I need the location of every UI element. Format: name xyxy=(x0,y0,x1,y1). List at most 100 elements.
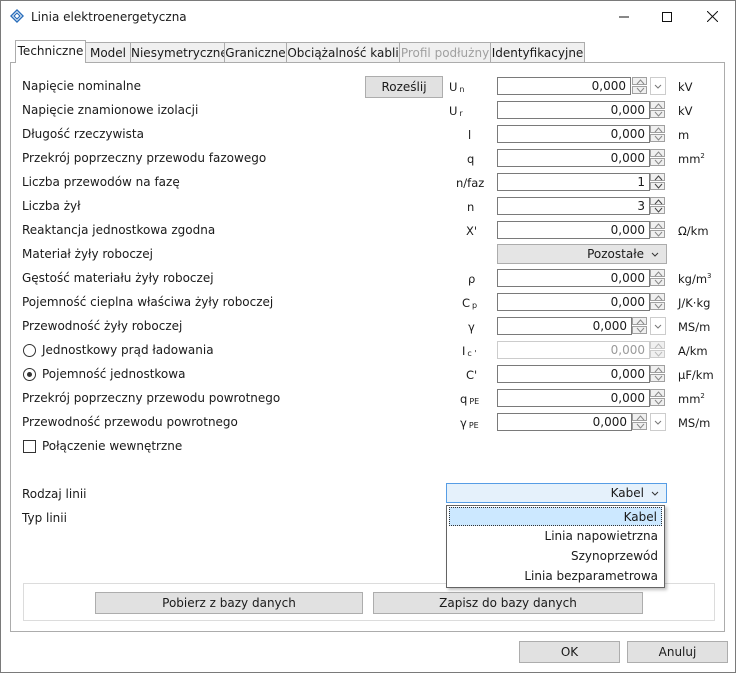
przekroj-pe-spinner[interactable] xyxy=(650,389,666,407)
unit-ms-m-pe: MS/m xyxy=(678,416,711,430)
material-value: Pozostałe xyxy=(587,247,644,261)
tab-graniczne[interactable]: Graniczne xyxy=(224,42,287,62)
unit-ohm-km: Ω/km xyxy=(678,224,709,238)
pobierz-z-bazy-button[interactable]: Pobierz z bazy danych xyxy=(95,592,363,614)
przewodnosc-pe-spinner[interactable] xyxy=(632,413,648,431)
symbol-q: q xyxy=(467,152,475,166)
tab-profil-podluzny: Profil podłużny xyxy=(399,42,491,62)
reaktancja-spinner[interactable] xyxy=(650,221,666,239)
label-material: Materiał żyły roboczej xyxy=(22,247,153,261)
label-reaktancja: Reaktancja jednostkowa zgodna xyxy=(22,223,216,237)
tab-model[interactable]: Model xyxy=(85,42,131,62)
liczba-zyl-spinner[interactable] xyxy=(650,197,666,215)
label-typ-linii: Typ linii xyxy=(22,511,67,525)
label-liczba-zyl: Liczba żył xyxy=(22,199,81,213)
option-linia-napowietrzna[interactable]: Linia napowietrzna xyxy=(449,527,662,546)
spin-up-icon xyxy=(654,103,663,109)
symbol-cp: Cp xyxy=(462,296,478,310)
spin-down-icon xyxy=(636,327,645,333)
label-przewodnosc-pe: Przewodność przewodu powrotnego xyxy=(22,415,238,429)
liczba-przewodow-input[interactable]: 1 xyxy=(497,173,650,191)
symbol-n: n xyxy=(467,200,475,214)
unit-kv: kV xyxy=(678,104,693,118)
dlugosc-spinner[interactable] xyxy=(650,125,666,143)
minimize-button[interactable] xyxy=(606,1,642,32)
gestosc-input[interactable]: 0,000 xyxy=(497,269,650,287)
pojemnosc-cieplna-input[interactable]: 0,000 xyxy=(497,293,650,311)
spin-down-icon xyxy=(654,351,663,357)
symbol-gamma-pe: γ PE xyxy=(460,416,479,430)
chevron-down-icon xyxy=(651,252,659,257)
option-kabel[interactable]: Kabel xyxy=(449,507,662,526)
tab-obciazalnosc-kabli[interactable]: Obciążalność kabli xyxy=(286,42,400,62)
label-pojemnosc-jedn: Pojemność jednostkowa xyxy=(42,367,186,381)
minimize-icon xyxy=(619,16,629,17)
przewodnosc-pe-input[interactable]: 0,000 xyxy=(497,413,632,431)
label-polaczenie: Połączenie wewnętrzne xyxy=(42,439,183,453)
close-icon xyxy=(706,11,718,22)
unit-kv: kV xyxy=(678,80,693,94)
liczba-zyl-input[interactable]: 3 xyxy=(497,197,650,215)
label-przekroj: Przekrój poprzeczny przewodu fazowego xyxy=(22,151,267,165)
przewodnosc-pe-dropdown[interactable] xyxy=(650,413,666,431)
reaktancja-input[interactable]: 0,000 xyxy=(497,221,650,239)
close-button[interactable] xyxy=(694,1,730,32)
prad-ladowania-radio[interactable] xyxy=(23,344,36,357)
spin-down-icon xyxy=(654,279,663,285)
przekroj-pe-input[interactable]: 0,000 xyxy=(497,389,650,407)
symbol-x: X' xyxy=(466,224,478,238)
przewodnosc-dropdown[interactable] xyxy=(650,317,666,335)
zapisz-do-bazy-button[interactable]: Zapisz do bazy danych xyxy=(373,592,643,614)
tab-techniczne[interactable]: Techniczne xyxy=(15,40,86,63)
label-gestosc: Gęstość materiału żyły roboczej xyxy=(22,271,214,285)
prad-ladowania-input: 0,000 xyxy=(497,341,650,359)
symbol-gamma: γ xyxy=(468,320,475,334)
polaczenie-checkbox[interactable] xyxy=(23,440,36,453)
label-prad-ladowania: Jednostkowy prąd ładowania xyxy=(42,343,214,357)
rozeslij-button[interactable]: Roześlij xyxy=(365,76,443,98)
przekroj-input[interactable]: 0,000 xyxy=(497,149,650,167)
pojemnosc-cieplna-spinner[interactable] xyxy=(650,293,666,311)
rodzaj-linii-dropdown-list: Kabel Linia napowietrzna Szynoprzewód Li… xyxy=(446,505,665,588)
spin-up-icon xyxy=(654,151,663,157)
app-logo-icon xyxy=(10,9,24,23)
option-szynoprzewod[interactable]: Szynoprzewód xyxy=(449,547,662,566)
spin-up-icon xyxy=(654,223,663,229)
tab-niesymetryczne[interactable]: Niesymetryczne xyxy=(130,42,228,62)
unit-uf-km: μF/km xyxy=(678,368,714,382)
unit-j-kkg: J/K·kg xyxy=(678,296,711,310)
dlugosc-input[interactable]: 0,000 xyxy=(497,125,650,143)
liczba-przewodow-spinner[interactable] xyxy=(650,173,666,191)
napiecie-nominalne-spinner[interactable] xyxy=(632,77,648,95)
pojemnosc-jedn-input[interactable]: 0,000 xyxy=(497,365,650,383)
napiecie-nominalne-dropdown[interactable] xyxy=(650,77,666,95)
pojemnosc-jedn-radio[interactable] xyxy=(23,368,36,381)
spin-up-icon xyxy=(636,415,645,421)
przewodnosc-input[interactable]: 0,000 xyxy=(497,317,632,335)
przewodnosc-spinner[interactable] xyxy=(632,317,648,335)
rodzaj-linii-select[interactable]: Kabel xyxy=(446,483,667,503)
napiecie-izolacji-spinner[interactable] xyxy=(650,101,666,119)
symbol-l: l xyxy=(468,128,472,142)
tab-identyfikacyjne[interactable]: Identyfikacyjne xyxy=(490,42,585,62)
unit-m: m xyxy=(678,128,690,142)
maximize-button[interactable] xyxy=(649,1,685,32)
napiecie-nominalne-input[interactable]: 0,000 xyxy=(497,77,631,95)
spin-up-icon xyxy=(654,343,663,349)
option-linia-bezparametrowa[interactable]: Linia bezparametrowa xyxy=(449,567,662,586)
spin-down-icon xyxy=(636,423,645,429)
anuluj-button[interactable]: Anuluj xyxy=(627,641,728,663)
przekroj-spinner[interactable] xyxy=(650,149,666,167)
material-select[interactable]: Pozostałe xyxy=(497,244,667,264)
ok-button[interactable]: OK xyxy=(519,641,620,663)
unit-mm2: mm2 xyxy=(678,152,705,166)
gestosc-spinner[interactable] xyxy=(650,269,666,287)
symbol-c: C' xyxy=(466,368,478,382)
pojemnosc-jedn-spinner[interactable] xyxy=(650,365,666,383)
napiecie-izolacji-input[interactable]: 0,000 xyxy=(497,101,650,119)
spin-down-icon xyxy=(654,231,663,237)
symbol-rho: ρ xyxy=(468,272,476,286)
symbol-ic: Ic ' xyxy=(462,344,477,358)
label-rodzaj-linii: Rodzaj linii xyxy=(22,487,87,501)
unit-kg-m3: kg/m3 xyxy=(678,272,712,286)
